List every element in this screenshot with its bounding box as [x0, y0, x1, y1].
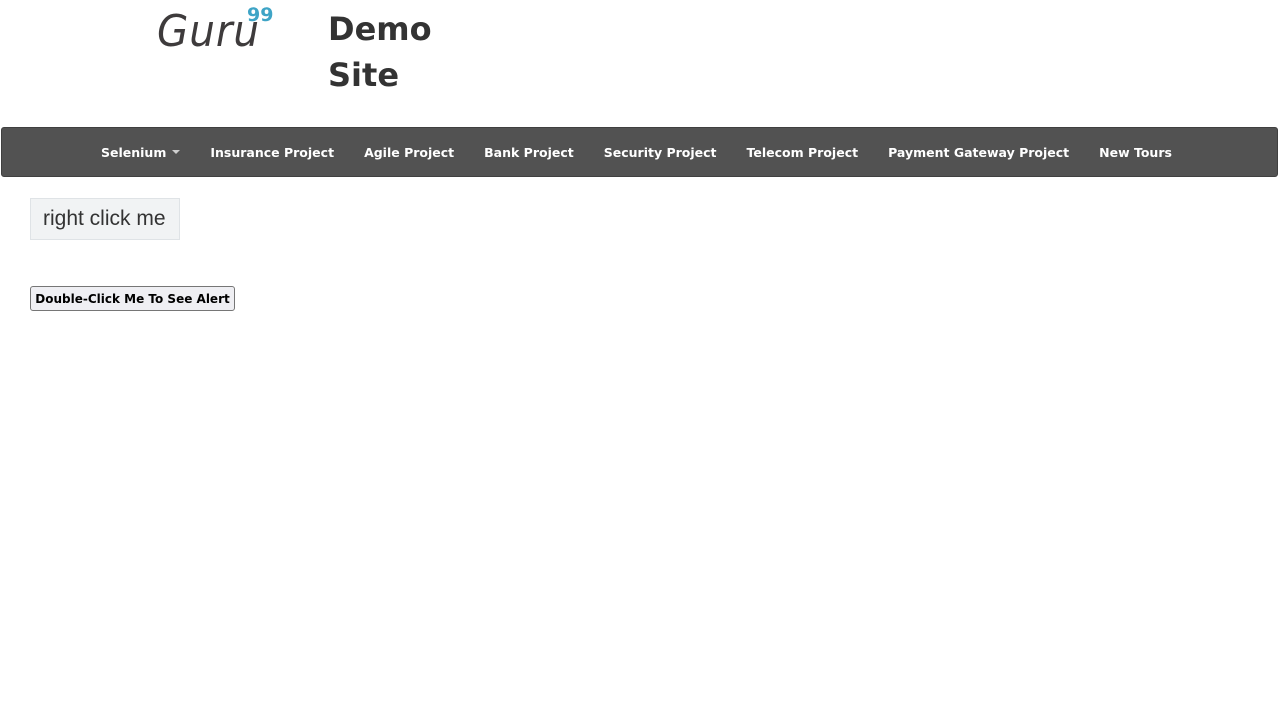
nav-item-agile-project[interactable]: Agile Project: [349, 128, 469, 176]
logo-text: Guru: [157, 6, 261, 57]
nav-menu: Selenium Insurance Project Agile Project…: [86, 128, 1187, 176]
logo-superscript: 99: [247, 4, 274, 26]
guru99-logo[interactable]: Guru 99: [155, 2, 285, 62]
nav-item-label: Selenium: [101, 144, 167, 160]
site-title: Demo Site: [328, 10, 432, 94]
nav-item-new-tours[interactable]: New Tours: [1084, 128, 1187, 176]
nav-item-insurance-project[interactable]: Insurance Project: [195, 128, 349, 176]
main-navbar: Selenium Insurance Project Agile Project…: [1, 127, 1278, 177]
nav-item-payment-gateway-project[interactable]: Payment Gateway Project: [873, 128, 1084, 176]
nav-item-telecom-project[interactable]: Telecom Project: [732, 128, 874, 176]
nav-item-security-project[interactable]: Security Project: [589, 128, 732, 176]
page-header: Guru 99 Demo Site: [0, 0, 1280, 127]
right-click-me-box[interactable]: right click me: [30, 198, 180, 240]
nav-item-bank-project[interactable]: Bank Project: [469, 128, 589, 176]
nav-item-selenium[interactable]: Selenium: [86, 128, 195, 176]
double-click-alert-button[interactable]: Double-Click Me To See Alert: [30, 286, 235, 311]
caret-down-icon: [172, 150, 181, 154]
